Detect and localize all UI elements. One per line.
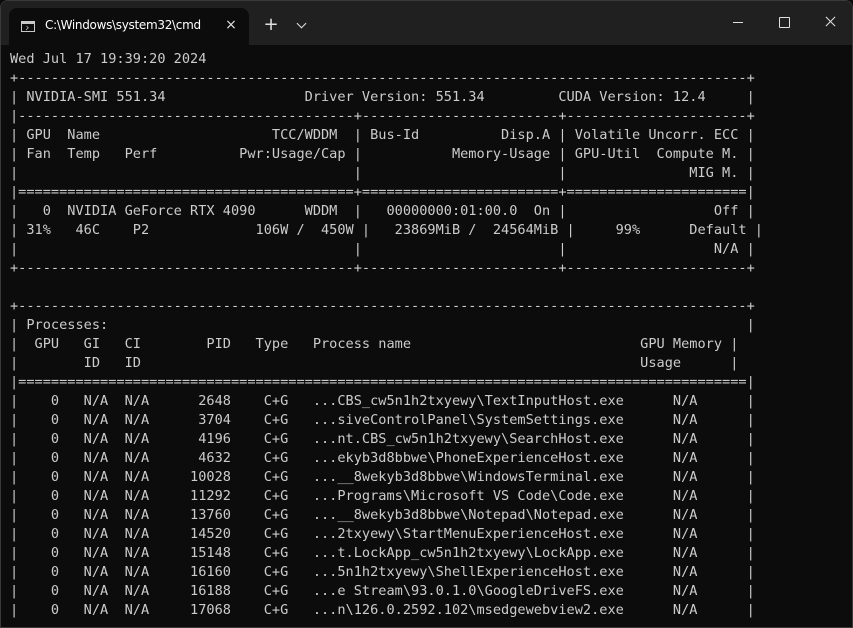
terminal-line: +---------------------------------------… (10, 260, 755, 276)
terminal-line: |=======================================… (10, 184, 755, 200)
new-tab-button[interactable]: + (259, 13, 283, 37)
terminal-line: | ID ID Usage | (10, 355, 739, 371)
terminal-line: | 0 N/A N/A 10028 C+G ...__8wekyb3d8bbwe… (10, 469, 755, 485)
minimize-button[interactable] (715, 1, 761, 41)
close-window-button[interactable] (807, 1, 852, 41)
terminal-line: +---------------------------------------… (10, 70, 755, 86)
terminal-line: | 0 N/A N/A 2648 C+G ...CBS_cw5n1h2txyew… (10, 393, 755, 409)
title-bar[interactable]: C:\Windows\system32\cmd × + (1, 1, 852, 45)
terminal-line: | GPU Name TCC/WDDM | Bus-Id Disp.A | Vo… (10, 127, 755, 143)
terminal-line: | 0 N/A N/A 3704 C+G ...siveControlPanel… (10, 412, 755, 428)
tab-cmd[interactable]: C:\Windows\system32\cmd × (9, 8, 249, 45)
terminal-line: | 0 NVIDIA GeForce RTX 4090 WDDM | 00000… (10, 203, 755, 219)
terminal-output[interactable]: Wed Jul 17 19:39:20 2024 +---------------… (10, 50, 844, 625)
terminal-line: Wed Jul 17 19:39:20 2024 (10, 51, 207, 67)
terminal-line: |=======================================… (10, 374, 755, 390)
maximize-button[interactable] (761, 1, 807, 41)
terminal-line: | 31% 46C P2 106W / 450W | 23869MiB / 24… (10, 222, 763, 238)
terminal-line: | NVIDIA-SMI 551.34 Driver Version: 551.… (10, 89, 755, 105)
terminal-line: +---------------------------------------… (10, 298, 755, 314)
terminal-line: | Fan Temp Perf Pwr:Usage/Cap | Memory-U… (10, 146, 755, 162)
tab-title: C:\Windows\system32\cmd (45, 18, 201, 32)
terminal-line: | 0 N/A N/A 13760 C+G ...__8wekyb3d8bbwe… (10, 507, 755, 523)
terminal-line: | | | N/A | (10, 241, 755, 257)
terminal-line: | 0 N/A N/A 4196 C+G ...nt.CBS_cw5n1h2tx… (10, 431, 755, 447)
terminal-line: | 0 N/A N/A 4632 C+G ...ekyb3d8bbwe\Phon… (10, 450, 755, 466)
terminal-line: |---------------------------------------… (10, 108, 755, 124)
terminal-line: | 0 N/A N/A 11292 C+G ...Programs\Micros… (10, 488, 755, 504)
terminal-line: | | | MIG M. | (10, 165, 755, 181)
terminal-line: | Processes: | (10, 317, 755, 333)
terminal-line: | 0 N/A N/A 16188 C+G ...e Stream\93.0.1… (10, 583, 755, 599)
terminal-icon (21, 21, 35, 32)
terminal-line: | 0 N/A N/A 17068 C+G ...n\126.0.2592.10… (10, 602, 755, 618)
terminal-line: | GPU GI CI PID Type Process name GPU Me… (10, 336, 739, 352)
chevron-down-icon[interactable] (290, 13, 314, 37)
terminal-line: | 0 N/A N/A 15148 C+G ...t.LockApp_cw5n1… (10, 545, 755, 561)
terminal-window: C:\Windows\system32\cmd × + Wed Jul 17 1… (0, 0, 853, 628)
close-tab-icon[interactable]: × (221, 15, 241, 35)
terminal-line: | 0 N/A N/A 14520 C+G ...2txyewy\StartMe… (10, 526, 755, 542)
terminal-line: | 0 N/A N/A 16160 C+G ...5n1h2txyewy\She… (10, 564, 755, 580)
